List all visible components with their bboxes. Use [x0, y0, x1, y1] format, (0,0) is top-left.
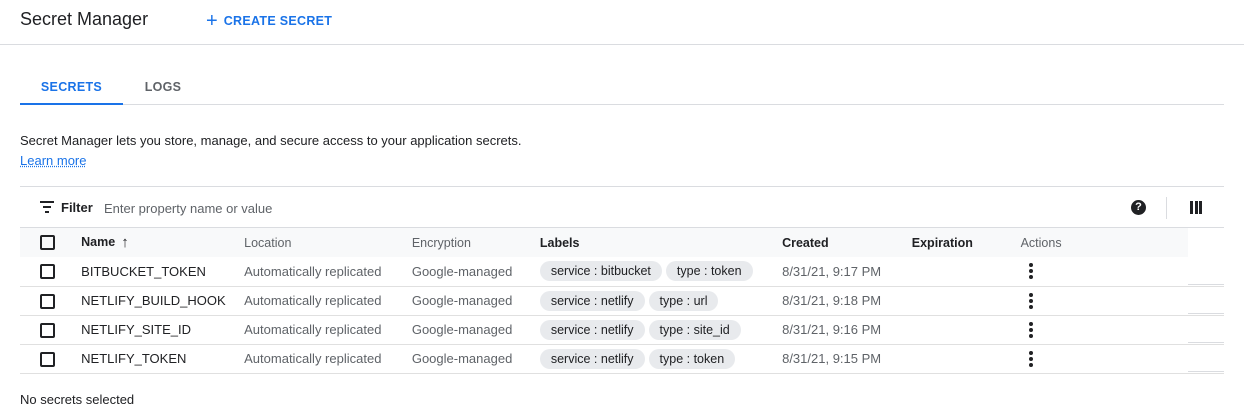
learn-more-link[interactable]: Learn more [20, 153, 86, 168]
more-vert-icon[interactable] [1028, 291, 1035, 311]
row-divider-stub [1188, 342, 1224, 343]
label-chip: service : netlify [539, 319, 645, 340]
label-chip: service : netlify [539, 290, 645, 311]
secret-expiration [912, 286, 1021, 315]
column-header-name[interactable]: Name ↑ [81, 228, 244, 257]
secret-created: 8/31/21, 9:17 PM [782, 263, 882, 279]
secret-expiration [912, 315, 1021, 344]
row-checkbox[interactable] [40, 293, 55, 309]
column-header-labels: Labels [539, 235, 580, 250]
table-header-row: Name ↑ Location Encryption Labels Created… [20, 228, 1224, 257]
column-header-created[interactable]: Created [782, 228, 912, 257]
create-secret-label: CREATE SECRET [223, 14, 333, 28]
secrets-table: Name ↑ Location Encryption Labels Created… [20, 228, 1224, 374]
table-row: NETLIFY_SITE_ID Automatically replicated… [20, 315, 1224, 344]
secret-location: Automatically replicated [244, 351, 382, 366]
select-all-checkbox[interactable] [40, 235, 55, 251]
secret-encryption: Google-managed [411, 351, 513, 366]
row-divider-stub [1188, 283, 1224, 285]
secret-name[interactable]: BITBUCKET_TOKEN [81, 257, 244, 286]
row-divider-stub [1188, 371, 1224, 372]
column-header-expiration[interactable]: Expiration [912, 228, 1021, 257]
filter-bar: Filter ? [20, 186, 1224, 228]
secret-encryption: Google-managed [411, 322, 513, 337]
label-chip: type : url [648, 290, 719, 311]
tab-secrets[interactable]: SECRETS [20, 70, 123, 105]
secret-name[interactable]: NETLIFY_BUILD_HOOK [81, 286, 244, 315]
row-checkbox[interactable] [40, 264, 55, 280]
secret-labels: service : netlify type : site_id [539, 315, 782, 344]
label-chip: type : token [665, 261, 753, 282]
secret-expiration [912, 257, 1021, 286]
label-chip: type : site_id [648, 319, 741, 340]
secret-name[interactable]: NETLIFY_SITE_ID [81, 315, 244, 344]
page-title: Secret Manager [20, 9, 149, 29]
secret-created: 8/31/21, 9:16 PM [782, 322, 882, 337]
row-checkbox[interactable] [40, 322, 55, 338]
selection-status: No secrets selected [20, 392, 135, 407]
toolbar-divider [1166, 197, 1167, 219]
label-chip: service : bitbucket [539, 261, 662, 282]
filter-lines-icon [40, 201, 54, 213]
table-row: NETLIFY_BUILD_HOOK Automatically replica… [20, 286, 1224, 315]
page-description: Secret Manager lets you store, manage, a… [20, 133, 522, 148]
top-bar: Secret Manager + CREATE SECRET [0, 0, 1244, 45]
help-circle-icon[interactable]: ? [1131, 200, 1146, 215]
column-header-encryption: Encryption [411, 235, 471, 250]
filter-input[interactable] [104, 197, 504, 219]
more-vert-icon[interactable] [1028, 349, 1035, 369]
secret-location: Automatically replicated [244, 263, 382, 279]
secret-labels: service : netlify type : token [539, 344, 782, 373]
row-checkbox[interactable] [40, 351, 55, 367]
more-vert-icon[interactable] [1028, 320, 1035, 340]
secret-encryption: Google-managed [411, 263, 513, 279]
secret-expiration [912, 344, 1021, 373]
secret-name[interactable]: NETLIFY_TOKEN [81, 344, 244, 373]
secret-location: Automatically replicated [244, 293, 382, 308]
tab-bar: SECRETS LOGS [20, 70, 1224, 105]
secret-created: 8/31/21, 9:15 PM [782, 351, 882, 366]
row-divider-stub [1188, 313, 1224, 314]
tab-logs[interactable]: LOGS [123, 70, 203, 105]
plus-icon: + [206, 10, 218, 32]
secret-labels: service : netlify type : url [539, 286, 782, 315]
table-row: BITBUCKET_TOKEN Automatically replicated… [20, 257, 1224, 286]
secret-created: 8/31/21, 9:18 PM [782, 293, 882, 308]
column-header-actions: Actions [1020, 235, 1062, 250]
more-vert-icon[interactable] [1028, 261, 1035, 281]
column-header-location: Location [244, 235, 292, 250]
secret-labels: service : bitbucket type : token [539, 257, 782, 286]
table-row: NETLIFY_TOKEN Automatically replicated G… [20, 344, 1224, 373]
arrow-up-icon[interactable]: ↑ [121, 234, 129, 251]
secret-encryption: Google-managed [411, 293, 513, 308]
label-chip: service : netlify [539, 348, 645, 369]
column-display-icon[interactable] [1190, 201, 1202, 214]
create-secret-button[interactable]: + CREATE SECRET [206, 10, 332, 32]
label-chip: type : token [648, 348, 736, 369]
secret-location: Automatically replicated [244, 322, 382, 337]
filter-label: Filter [61, 200, 93, 215]
